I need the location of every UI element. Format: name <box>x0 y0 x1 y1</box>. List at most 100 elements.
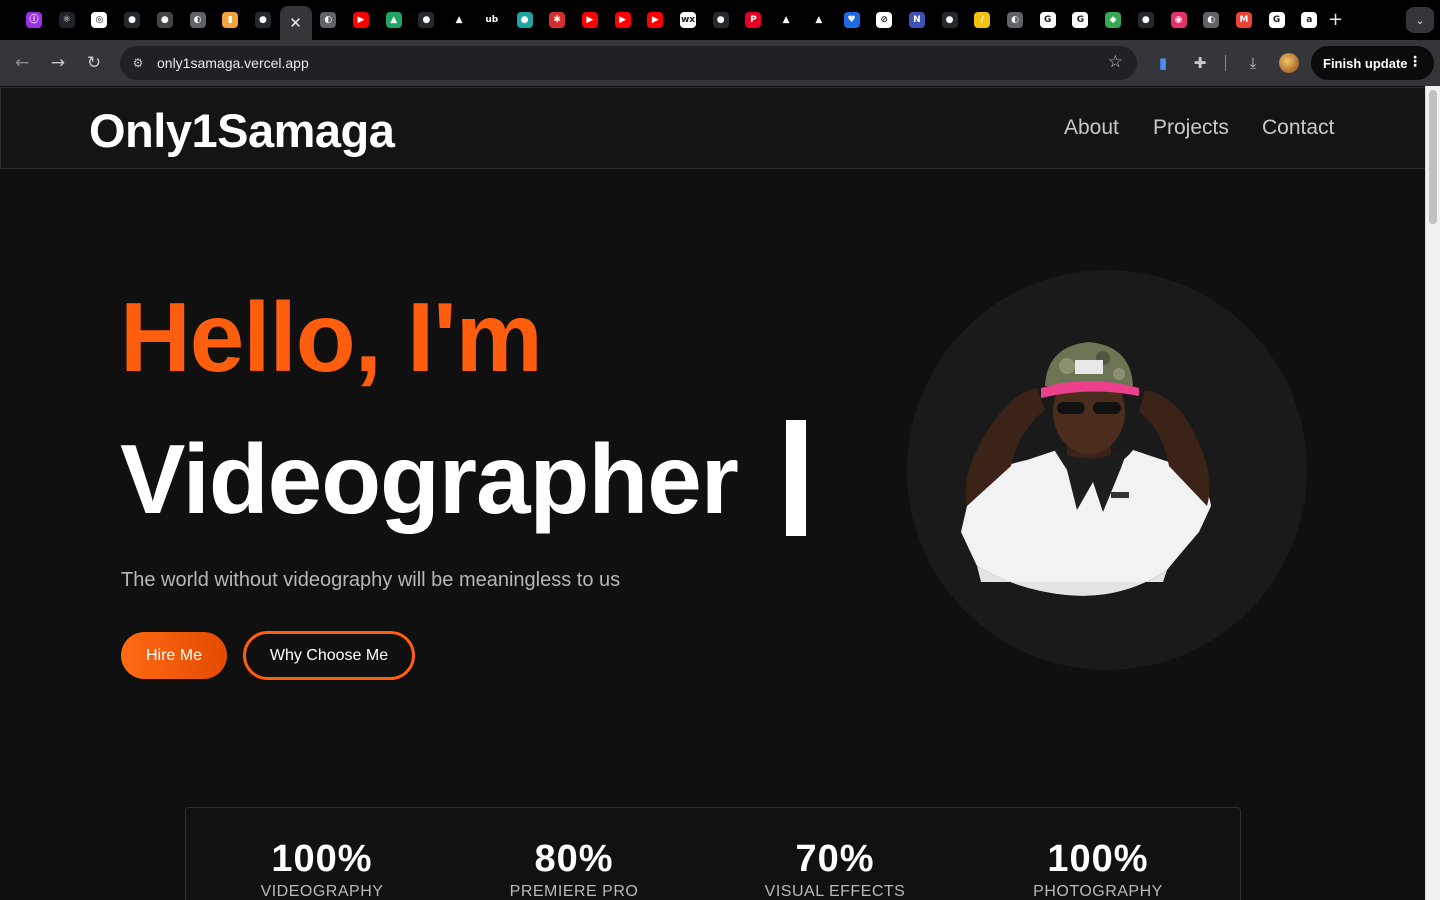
tab-search-button[interactable]: ⌄ <box>1406 7 1434 33</box>
browser-tab[interactable]: ⚛ <box>53 6 81 34</box>
browser-tab[interactable]: ● <box>118 6 146 34</box>
more-menu-icon[interactable]: ⋮ <box>1408 54 1422 70</box>
site-logo[interactable]: Only1Samaga <box>89 103 395 158</box>
browser-tab[interactable]: ◉ <box>1165 6 1193 34</box>
github-icon: ● <box>418 12 435 28</box>
finish-update-button[interactable]: Finish update ⋮ <box>1311 46 1434 80</box>
browser-tab[interactable]: ⓘ <box>20 6 48 34</box>
nav-projects[interactable]: Projects <box>1153 116 1229 140</box>
vercel-icon: ▲ <box>778 12 795 28</box>
browser-tab[interactable]: ● <box>936 6 964 34</box>
browser-tab[interactable]: ● <box>1132 6 1160 34</box>
finish-update-label: Finish update <box>1323 55 1408 71</box>
hire-me-button[interactable]: Hire Me <box>121 632 227 679</box>
browser-tab[interactable]: ▮ <box>216 6 244 34</box>
why-choose-me-button[interactable]: Why Choose Me <box>243 631 415 680</box>
page-viewport: Only1Samaga About Projects Contact Hello… <box>0 86 1425 900</box>
typing-cursor <box>786 420 806 536</box>
gmail-icon: M <box>1235 12 1252 28</box>
browser-tab[interactable]: ◐ <box>1001 6 1029 34</box>
browser-tab[interactable]: ▲ <box>805 6 833 34</box>
bookmark-star-icon[interactable]: ☆ <box>1108 52 1123 72</box>
browser-tab[interactable]: ♥ <box>838 6 866 34</box>
browser-tab[interactable]: ● <box>151 6 179 34</box>
page-scrollbar[interactable] <box>1425 86 1440 900</box>
browser-tab[interactable]: ▶ <box>576 6 604 34</box>
reload-icon[interactable]: ↻ <box>83 52 105 74</box>
globe-icon: ◐ <box>189 12 206 28</box>
github-icon: ● <box>941 12 958 28</box>
youtube-icon: ▶ <box>353 12 369 28</box>
browser-tab[interactable]: G <box>1066 6 1094 34</box>
stat-photography: 100% PHOTOGRAPHY <box>988 838 1208 900</box>
person-illustration <box>961 342 1211 596</box>
yellow-app-icon: / <box>974 12 991 28</box>
browser-tab[interactable]: / <box>968 6 996 34</box>
browser-tab[interactable]: ◐ <box>1197 6 1225 34</box>
drive-icon: ▲ <box>385 12 402 28</box>
instagram-icon: ◉ <box>1170 12 1187 28</box>
browser-tab[interactable]: ● <box>511 6 539 34</box>
red-app-icon: ✱ <box>549 12 566 28</box>
youtube-icon: ▶ <box>614 12 631 28</box>
browser-tab[interactable]: G <box>1034 6 1062 34</box>
slash-icon: ⊘ <box>876 12 893 28</box>
maps-icon: ◆ <box>1105 12 1122 28</box>
browser-tab[interactable]: ▲ <box>380 6 408 34</box>
globe-icon: ◐ <box>1203 12 1220 28</box>
stat-value: 80% <box>534 838 614 880</box>
browser-tab[interactable]: N <box>903 6 931 34</box>
new-tab-button[interactable]: + <box>1328 9 1343 30</box>
browser-tab[interactable]: a <box>1295 6 1323 34</box>
active-tab[interactable]: ✕ <box>279 6 312 40</box>
site-settings-icon[interactable]: ⚙ <box>129 54 147 72</box>
browser-tab[interactable]: ◐ <box>184 6 212 34</box>
browser-tab[interactable]: ▲ <box>445 6 473 34</box>
stat-label: PHOTOGRAPHY <box>1033 883 1163 900</box>
browser-tab[interactable]: ◎ <box>85 6 113 34</box>
browser-tab[interactable]: M <box>1230 6 1258 34</box>
google-icon: G <box>1268 12 1285 28</box>
browser-tab[interactable]: P <box>739 6 767 34</box>
browser-tab[interactable]: ✱ <box>543 6 571 34</box>
nav-contact[interactable]: Contact <box>1262 116 1334 140</box>
stat-videography: 100% VIDEOGRAPHY <box>212 838 432 900</box>
heart-icon: ♥ <box>843 12 860 28</box>
forward-icon[interactable]: → <box>47 52 69 74</box>
browser-tab[interactable]: ● <box>249 6 277 34</box>
hero-tagline: The world without videography will be me… <box>121 569 621 591</box>
browser-toolbar: ← → ↻ ⚙ only1samaga.vercel.app ☆ ▮ ✚ ⤓ F… <box>0 40 1440 86</box>
browser-tab[interactable]: ▶ <box>641 6 669 34</box>
google-icon: G <box>1039 12 1056 28</box>
openai-icon: ◎ <box>91 12 108 28</box>
globe-icon: ◐ <box>320 12 337 28</box>
browser-tab[interactable]: ▲ <box>772 6 800 34</box>
browser-tab[interactable]: ⊘ <box>870 6 898 34</box>
browser-tab[interactable]: G <box>1263 6 1291 34</box>
back-icon[interactable]: ← <box>11 52 33 74</box>
url-text[interactable]: only1samaga.vercel.app <box>157 55 309 71</box>
purple-app-icon: ⓘ <box>26 12 42 28</box>
toolbar-divider <box>1225 55 1226 71</box>
stat-label: PREMIERE PRO <box>509 883 639 900</box>
scrollbar-thumb[interactable] <box>1429 90 1437 224</box>
document-icon[interactable]: ▮ <box>1152 52 1174 74</box>
github-icon: ● <box>712 12 729 28</box>
browser-tab[interactable]: ▶ <box>609 6 637 34</box>
browser-tab[interactable]: ub <box>478 6 506 34</box>
browser-tab[interactable]: ● <box>412 6 440 34</box>
browser-tab[interactable]: ● <box>707 6 735 34</box>
extensions-icon[interactable]: ✚ <box>1189 52 1211 74</box>
browser-tab[interactable]: ▶ <box>347 6 375 34</box>
download-icon[interactable]: ⤓ <box>1242 52 1264 74</box>
globe-icon: ◐ <box>1007 12 1023 28</box>
nav-about[interactable]: About <box>1064 116 1119 140</box>
hero-role: Videographer <box>120 424 739 534</box>
close-icon[interactable]: ✕ <box>289 14 302 32</box>
browser-tab[interactable]: ◐ <box>314 6 342 34</box>
profile-avatar[interactable] <box>1279 53 1299 73</box>
address-bar[interactable]: ⚙ only1samaga.vercel.app ☆ <box>120 46 1137 80</box>
teal-app-icon: ● <box>516 12 533 28</box>
browser-tab[interactable]: ◆ <box>1099 6 1127 34</box>
browser-tab[interactable]: wx <box>674 6 702 34</box>
